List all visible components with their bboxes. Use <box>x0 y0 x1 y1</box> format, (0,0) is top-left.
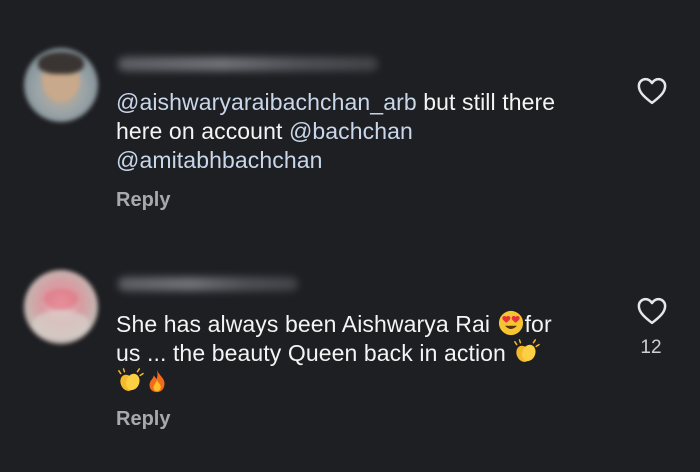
comment-2: She has always been Aishwarya Rai for us… <box>0 230 700 472</box>
comment-text: She has always been Aishwarya Rai for us… <box>116 310 616 397</box>
comment-text-part: She has always been Aishwarya Rai <box>116 311 497 337</box>
reply-button[interactable]: Reply <box>116 408 170 431</box>
heart-outline-icon[interactable] <box>637 297 667 325</box>
avatar[interactable] <box>24 48 98 122</box>
comment-text-part: for <box>524 311 552 337</box>
like-count[interactable]: 12 <box>631 337 671 359</box>
username-blurred[interactable] <box>118 57 378 71</box>
mention-link[interactable]: @amitabhbachchan <box>116 147 323 173</box>
avatar[interactable] <box>24 270 98 344</box>
mention-link[interactable]: @aishwaryaraibachchan_arb <box>116 89 417 115</box>
comment-text-part: us ... the beauty Queen back in action <box>116 340 513 366</box>
mention-link[interactable]: @bachchan <box>289 118 413 144</box>
fire-emoji <box>149 369 165 393</box>
clapping-hands-emoji <box>514 339 541 362</box>
comment-text-part: but still there <box>416 89 556 115</box>
heart-eyes-emoji <box>498 310 523 336</box>
comment-text-part: here on account <box>116 118 289 144</box>
username-blurred[interactable] <box>118 277 298 291</box>
heart-outline-icon[interactable] <box>637 77 667 105</box>
clapping-hands-emoji <box>118 368 144 391</box>
reply-button[interactable]: Reply <box>116 189 170 212</box>
comment-text: @aishwaryaraibachchan_arb but still ther… <box>116 88 616 175</box>
comment-1: @aishwaryaraibachchan_arb but still ther… <box>0 0 700 230</box>
